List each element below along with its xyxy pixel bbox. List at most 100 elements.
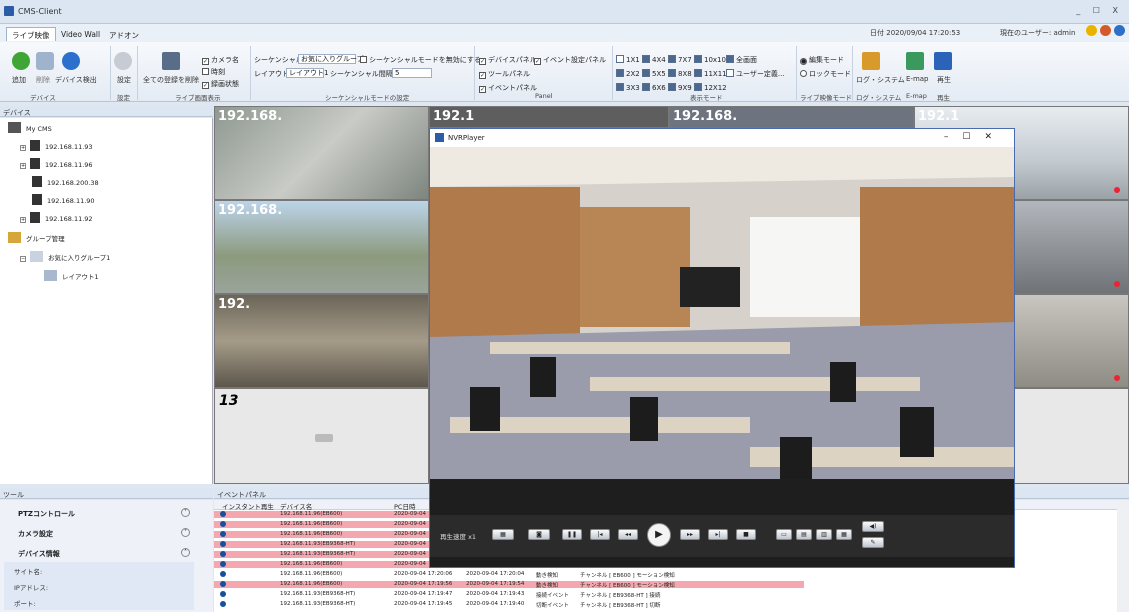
layout-user-defined[interactable]: ユーザー定義... [726, 69, 785, 79]
event-panel-checkbox[interactable]: ✓ イベントパネル [479, 83, 537, 93]
layout-5x5[interactable]: 5X5 [642, 69, 666, 78]
help-icon[interactable] [1114, 25, 1125, 36]
disable-sequence-checkbox[interactable]: シーケンシャルモードを無効にする [360, 55, 481, 65]
camera-name-checkbox[interactable]: ✓ カメラ名 [202, 55, 239, 65]
layout-8x8[interactable]: 8X8 [668, 69, 692, 78]
add-icon[interactable] [12, 52, 30, 70]
nvr-video[interactable] [430, 147, 1014, 479]
snapshot-button[interactable]: ◙ [528, 529, 550, 540]
instant-play-icon[interactable] [220, 521, 226, 527]
event-row[interactable]: 192.168.11.93(EB9368-HT) 2020-09-04 17:19… [214, 591, 804, 599]
minimize-ribbon-icon[interactable] [1086, 25, 1097, 36]
video-cell[interactable]: 192.168. [214, 200, 429, 294]
instant-play-icon[interactable] [220, 581, 226, 587]
next-frame-button[interactable]: ▸| [708, 529, 728, 540]
layout-4x4[interactable]: 4X4 [642, 55, 666, 64]
instant-play-icon[interactable] [220, 591, 226, 597]
layout-9x9[interactable]: 9X9 [668, 83, 692, 92]
instant-play-icon[interactable] [220, 541, 226, 547]
delete-all-button[interactable]: 全ての登録を削除 [143, 75, 199, 85]
device-panel-checkbox[interactable]: ✓ デバイスパネル [479, 55, 537, 65]
event-scrollbar[interactable] [1117, 500, 1129, 612]
settings-button[interactable]: 設定 [117, 75, 131, 85]
tree-root[interactable]: My CMS [4, 122, 52, 133]
layout-3-button[interactable]: ▥ [816, 529, 832, 540]
video-cell[interactable] [1014, 388, 1129, 484]
rec-status-checkbox[interactable]: ✓ 録画状態 [202, 79, 239, 89]
stop-button[interactable]: ■ [736, 529, 756, 540]
interval-select[interactable]: 5 [392, 68, 432, 78]
play-button[interactable]: ▶ [647, 523, 671, 547]
layout-2x2[interactable]: 2X2 [616, 69, 640, 78]
group-management[interactable]: グループ管理 [4, 232, 65, 243]
log-system-icon[interactable] [862, 52, 880, 70]
window-controls[interactable]: _ ☐ X [1076, 6, 1123, 15]
ptz-control-section[interactable]: PTZコントロール ˅ [4, 504, 194, 522]
settings-icon[interactable] [1100, 25, 1111, 36]
pause-button[interactable]: ❚❚ [562, 529, 582, 540]
layout-1-button[interactable]: ▭ [776, 529, 792, 540]
playback-button[interactable]: 再生 [937, 75, 951, 85]
tab-live[interactable]: ライブ映像 [6, 27, 56, 41]
instant-play-icon[interactable] [220, 551, 226, 557]
instant-play-icon[interactable] [220, 561, 226, 567]
layout-10x10[interactable]: 10x10 [694, 55, 726, 64]
layout-item[interactable]: レイアウト1 [40, 270, 99, 281]
layout-2-button[interactable]: ▤ [796, 529, 812, 540]
device-item[interactable]: 192.168.11.90 [28, 194, 95, 205]
tab-addon[interactable]: アドオン [104, 28, 144, 42]
favorite-group-select[interactable]: お気に入りグループ [298, 54, 364, 64]
event-row[interactable]: 192.168.11.96(EB600) 2020-09-04 17:19:56 2… [214, 581, 804, 589]
layout-select[interactable]: レイアウト1 [286, 68, 328, 78]
layout-12x12[interactable]: 12X12 [694, 83, 727, 92]
device-detect-icon[interactable] [62, 52, 80, 70]
video-cell[interactable] [1014, 294, 1129, 388]
instant-play-icon[interactable] [220, 531, 226, 537]
event-row[interactable]: 192.168.11.93(EB9368-HT) 2020-09-04 17:19… [214, 601, 804, 609]
video-cell[interactable]: 192.168. [669, 106, 914, 128]
emap-icon[interactable] [906, 52, 924, 70]
video-cell[interactable]: 13 [214, 388, 429, 484]
device-detect-button[interactable]: デバイス検出 [55, 75, 97, 85]
chevron-up-icon[interactable]: ˄ [181, 548, 190, 557]
device-item[interactable]: +192.168.11.96 [20, 158, 93, 169]
nvr-window-controls[interactable]: –☐✕ [944, 132, 1006, 142]
log-system-button[interactable]: ログ・システム [856, 75, 905, 85]
layout-6x6[interactable]: 6X6 [642, 83, 666, 92]
device-item[interactable]: +192.168.11.92 [20, 212, 93, 223]
delete-button[interactable]: 削除 [36, 75, 50, 85]
tools-icon[interactable]: ✎ [862, 537, 884, 548]
settings-gear-icon[interactable] [114, 52, 132, 70]
layout-3x3[interactable]: 3X3 [616, 83, 640, 92]
delete-all-icon[interactable] [162, 52, 180, 70]
instant-play-icon[interactable] [220, 571, 226, 577]
calendar-button[interactable]: ▦ [492, 529, 514, 540]
layout-7x7[interactable]: 7X7 [668, 55, 692, 64]
device-item[interactable]: 192.168.200.38 [28, 176, 99, 187]
fast-forward-button[interactable]: ▸▸ [680, 529, 700, 540]
video-cell[interactable] [1014, 200, 1129, 294]
instant-play-icon[interactable] [220, 511, 226, 517]
time-checkbox[interactable]: 時刻 [202, 67, 225, 77]
prev-frame-button[interactable]: |◂ [590, 529, 610, 540]
playback-icon[interactable] [934, 52, 952, 70]
event-row[interactable]: 192.168.11.96(EB600) 2020-09-04 17:20:06 2… [214, 571, 804, 579]
device-info-section[interactable]: デバイス情報 ˄ [4, 544, 194, 562]
add-button[interactable]: 追加 [12, 75, 26, 85]
column-instant-play[interactable]: インスタント再生 [222, 501, 274, 511]
layout-1x1[interactable]: 1X1 [616, 55, 640, 64]
column-pc-time[interactable]: PC日時 [394, 501, 415, 511]
tool-panel-checkbox[interactable]: ✓ ツールパネル [479, 69, 530, 79]
video-cell[interactable]: 192.168. [214, 106, 429, 200]
edit-mode-radio[interactable]: ● 編集モード [800, 55, 844, 65]
favorite-group[interactable]: − お気に入りグループ1 [20, 251, 110, 262]
chevron-down-icon[interactable]: ˅ [181, 508, 190, 517]
camera-settings-section[interactable]: カメラ設定 ˅ [4, 524, 194, 542]
emap-button[interactable]: E-map [906, 75, 929, 83]
rewind-button[interactable]: ◂◂ [618, 529, 638, 540]
event-setting-panel-checkbox[interactable]: ✓ イベント設定パネル [534, 55, 606, 65]
instant-play-icon[interactable] [220, 601, 226, 607]
lock-mode-radio[interactable]: ロックモード [800, 69, 851, 79]
delete-icon[interactable] [36, 52, 54, 70]
layout-11x11[interactable]: 11X11 [694, 69, 727, 78]
